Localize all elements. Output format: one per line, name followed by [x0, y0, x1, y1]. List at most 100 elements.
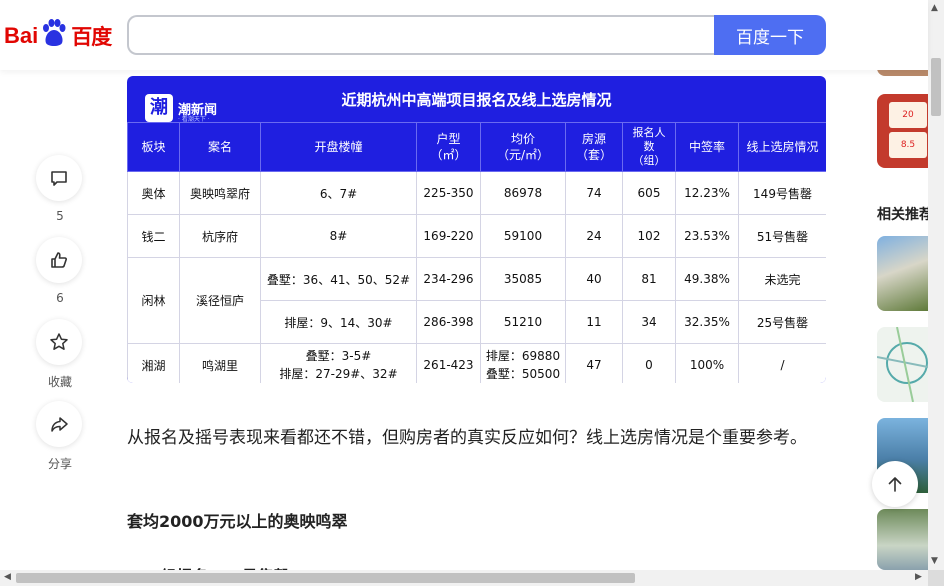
search-button[interactable]: 百度一下	[714, 15, 826, 55]
sidebar-thumb-promo[interactable]: 20 8.5	[877, 94, 928, 168]
cell-size: 261-423	[416, 343, 481, 383]
cell-signups: 605	[622, 171, 676, 215]
housing-table-image: 潮 潮新闻 · 看潮天下 · 近期杭州中高端项目报名及线上选房情况 板块 案名 …	[127, 76, 826, 383]
logo-bai-text: Bai	[4, 23, 39, 48]
cell-signups: 102	[622, 214, 676, 258]
comment-action[interactable]: 5	[36, 155, 84, 223]
cell-building-line: 叠墅：3-5#	[305, 349, 372, 363]
cell-signups: 81	[622, 257, 676, 301]
cell-signups: 34	[622, 300, 676, 344]
thumbs-up-icon	[51, 252, 67, 268]
like-action[interactable]: 6	[36, 237, 84, 305]
cell-rate: 23.53%	[675, 214, 739, 258]
favorite-action[interactable]: 收藏	[36, 319, 84, 390]
cell-building: 6、7#	[260, 171, 417, 215]
table-header-row: 板块 案名 开盘楼幢 户型 （㎡） 均价 （元/㎡） 房源 （套） 报名人 数 …	[127, 122, 826, 172]
related-thumb-2[interactable]	[877, 327, 928, 402]
table-row: 闲林 溪径恒庐 叠墅：36、41、50、52# 234-296 35085 40…	[127, 257, 826, 344]
cell-price: 35085	[480, 257, 566, 301]
cell-size: 225-350	[416, 171, 481, 215]
cell-size: 169-220	[416, 214, 481, 258]
cell-status: 未选完	[738, 257, 826, 301]
comment-icon	[51, 171, 67, 186]
share-icon	[51, 417, 68, 432]
header-signups: 报名人 数 （组）	[622, 122, 676, 172]
cell-status: /	[738, 343, 826, 383]
cell-rate: 12.23%	[675, 171, 739, 215]
cell-building: 叠墅：3-5# 排屋：27-29#、32#	[260, 343, 417, 383]
arrow-up-icon	[888, 477, 902, 492]
cell-building: 叠墅：36、41、50、52#	[260, 257, 417, 301]
baidu-paw-icon	[43, 19, 66, 46]
cell-status: 25号售罄	[738, 300, 826, 344]
table-row: 湘湖 鸣湖里 叠墅：3-5# 排屋：27-29#、32# 261-423 排屋：…	[127, 343, 826, 383]
related-thumb-4[interactable]	[877, 509, 928, 570]
search-input[interactable]	[127, 15, 742, 55]
housing-table: 板块 案名 开盘楼幢 户型 （㎡） 均价 （元/㎡） 房源 （套） 报名人 数 …	[127, 122, 826, 383]
cell-price-line: 叠墅：50500	[485, 367, 561, 381]
cell-units: 47	[565, 343, 623, 383]
star-icon	[50, 333, 68, 350]
cell-price: 排屋：69880 叠墅：50500	[480, 343, 566, 383]
favorite-label: 收藏	[47, 375, 72, 389]
top-header: Bai 百度 百度一下	[0, 0, 928, 70]
cell-units: 11	[565, 300, 623, 344]
table-row: 钱二 杭序府 8# 169-220 59100 24 102 23.53% 51…	[127, 214, 826, 258]
cell-size: 234-296	[416, 257, 481, 301]
cell-rate: 49.38%	[675, 257, 739, 301]
table-title: 近期杭州中高端项目报名及线上选房情况	[341, 91, 612, 109]
cell-name: 奥映鸣翠府	[179, 171, 261, 215]
vertical-scrollbar[interactable]: ▲ ▼	[928, 0, 944, 570]
share-label: 分享	[47, 457, 72, 471]
baidu-logo[interactable]: Bai 百度	[4, 16, 112, 56]
scrollbar-corner	[928, 570, 944, 586]
header-price: 均价 （元/㎡）	[480, 122, 566, 172]
cell-status: 51号售罄	[738, 214, 826, 258]
cell-block: 奥体	[127, 171, 180, 215]
comment-button[interactable]	[36, 155, 82, 201]
cell-status: 149号售罄	[738, 171, 826, 215]
article-paragraph: 从报名及摇号表现来看都还不错，但购房者的真实反应如何？线上选房情况是个重要参考。	[127, 428, 807, 448]
header-name: 案名	[179, 122, 261, 172]
horizontal-scroll-thumb[interactable]	[16, 573, 635, 583]
cell-price: 51210	[480, 300, 566, 344]
header-rate: 中签率	[675, 122, 739, 172]
vertical-scroll-thumb[interactable]	[931, 58, 941, 116]
search-bar: 百度一下	[127, 15, 826, 55]
header-status: 线上选房情况	[738, 122, 826, 172]
cell-building: 8#	[260, 214, 417, 258]
cell-units: 24	[565, 214, 623, 258]
favorite-button[interactable]	[36, 319, 82, 365]
cell-signups: 0	[622, 343, 676, 383]
like-button[interactable]	[36, 237, 82, 283]
promo-tile-1: 20	[889, 102, 927, 128]
cell-rate: 32.35%	[675, 300, 739, 344]
cell-building-line: 排屋：27-29#、32#	[279, 367, 398, 381]
article-subheading: 套均2000万元以上的奥映鸣翠	[127, 512, 348, 531]
back-to-top-button[interactable]	[872, 461, 918, 507]
scroll-right-arrow-icon[interactable]: ▶	[915, 572, 922, 582]
scroll-up-arrow-icon[interactable]: ▲	[931, 3, 938, 13]
share-button[interactable]	[36, 401, 82, 447]
like-count: 6	[56, 291, 64, 305]
cell-price: 86978	[480, 171, 566, 215]
cell-price-line: 排屋：69880	[485, 349, 561, 363]
cell-units: 40	[565, 257, 623, 301]
comment-count: 5	[56, 209, 64, 223]
cell-price: 59100	[480, 214, 566, 258]
cell-name: 杭序府	[179, 214, 261, 258]
map-thumb-icon	[877, 327, 928, 402]
related-thumb-1[interactable]	[877, 236, 928, 311]
scroll-down-arrow-icon[interactable]: ▼	[931, 556, 938, 566]
scroll-left-arrow-icon[interactable]: ◀	[4, 572, 11, 582]
cell-rate: 100%	[675, 343, 739, 383]
header-units: 房源 （套）	[565, 122, 623, 172]
header-size: 户型 （㎡）	[416, 122, 481, 172]
cell-name: 溪径恒庐	[179, 257, 261, 344]
horizontal-scrollbar[interactable]: ◀ ▶	[0, 570, 928, 586]
cell-units: 74	[565, 171, 623, 215]
header-block: 板块	[127, 122, 180, 172]
cell-block: 钱二	[127, 214, 180, 258]
cell-name: 鸣湖里	[179, 343, 261, 383]
share-action[interactable]: 分享	[36, 401, 84, 472]
